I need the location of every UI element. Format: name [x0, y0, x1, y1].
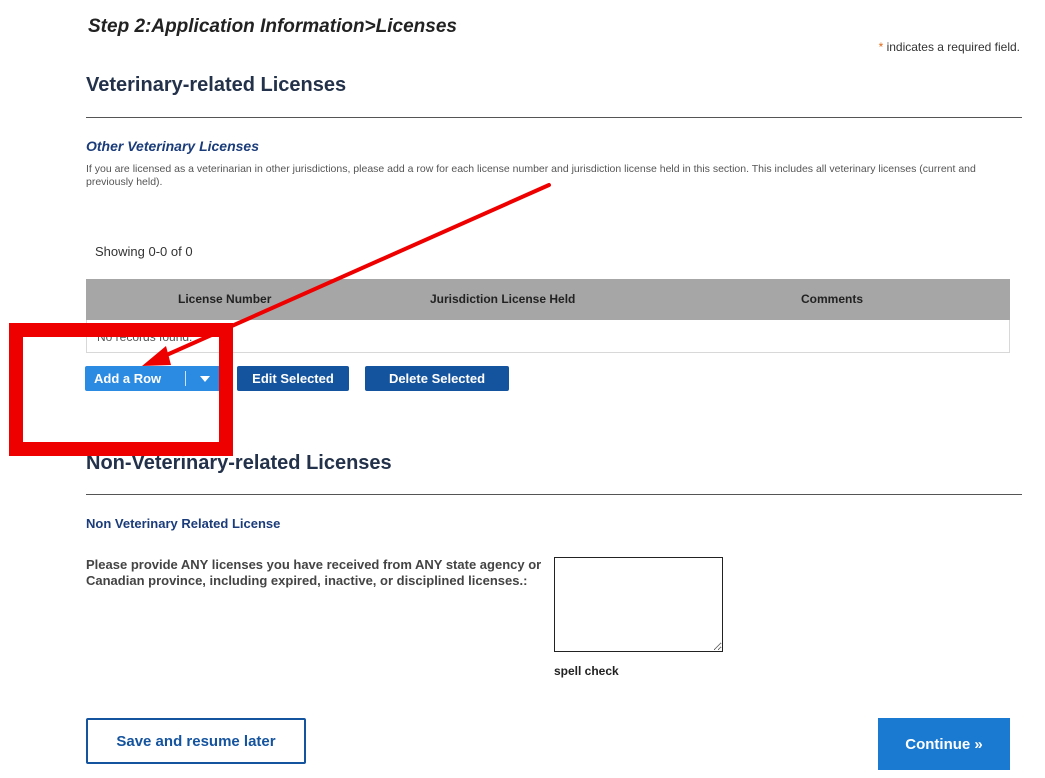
required-note-text: indicates a required field. — [886, 40, 1020, 54]
delete-selected-button[interactable]: Delete Selected — [365, 366, 509, 391]
required-star: * — [878, 40, 884, 54]
other-vet-licenses-heading: Other Veterinary Licenses — [86, 138, 260, 154]
table-header: License Number Jurisdiction License Held… — [86, 279, 1010, 320]
edit-selected-button[interactable]: Edit Selected — [237, 366, 349, 391]
column-jurisdiction[interactable]: Jurisdiction License Held — [430, 292, 575, 306]
section-divider — [86, 117, 1022, 118]
save-resume-later-button[interactable]: Save and resume later — [86, 718, 306, 764]
records-count: Showing 0-0 of 0 — [95, 244, 193, 259]
column-comments[interactable]: Comments — [801, 292, 863, 306]
annotation-highlight-box — [9, 323, 233, 456]
section-divider — [86, 494, 1022, 495]
non-vet-license-textarea[interactable] — [554, 557, 723, 652]
vet-licenses-heading: Veterinary-related Licenses — [86, 74, 347, 96]
continue-button[interactable]: Continue » — [878, 718, 1010, 770]
spell-check-link[interactable]: spell check — [554, 664, 619, 678]
non-vet-license-label: Non Veterinary Related License — [86, 516, 281, 531]
page-title: Step 2:Application Information>Licenses — [88, 16, 457, 37]
vet-licenses-description: If you are licensed as a veterinarian in… — [86, 163, 976, 188]
column-license-number[interactable]: License Number — [178, 292, 271, 306]
required-field-note: * indicates a required field. — [879, 40, 1020, 54]
non-vet-license-prompt: Please provide ANY licenses you have rec… — [86, 557, 542, 588]
